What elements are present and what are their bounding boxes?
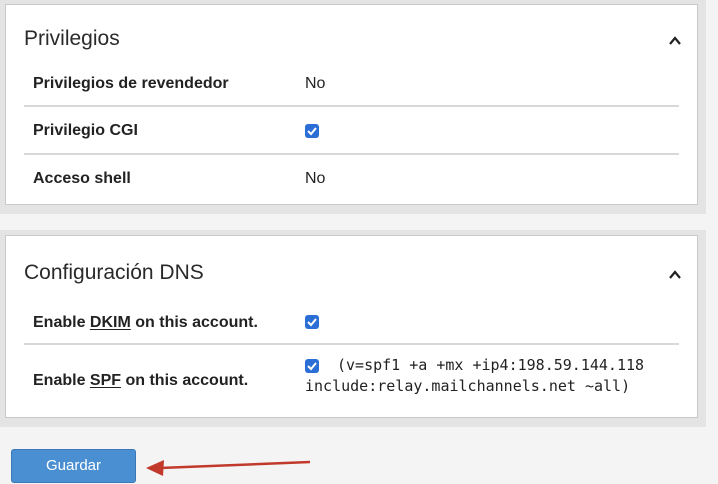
shell-access-label: Acceso shell: [33, 170, 131, 187]
spf-label-key: SPF: [89, 372, 122, 389]
dkim-checkbox[interactable]: [305, 315, 319, 329]
privileges-panel: Privilegios Privilegios de revendedor No…: [0, 0, 706, 214]
spf-label-pre: Enable: [33, 372, 90, 389]
chevron-up-icon[interactable]: [669, 269, 681, 281]
spf-record-line2: include:relay.mailchannels.net ~all): [305, 377, 631, 395]
spf-record-line1: (v=spf1 +a +mx +ip4:198.59.144.118: [337, 356, 645, 374]
shell-access-value: No: [305, 170, 326, 187]
row-spf: Enable SPF on this account. (v=spf1 +a +…: [24, 345, 679, 411]
row-shell-access: Acceso shell No: [24, 155, 679, 199]
reseller-privileges-label: Privilegios de revendedor: [33, 75, 229, 92]
spf-label-post: on this account.: [121, 372, 249, 389]
cgi-privilege-label: Privilegio CGI: [33, 122, 138, 139]
dkim-label-key: DKIM: [89, 314, 131, 331]
arrow-annotation-icon: [146, 460, 311, 476]
spf-label: Enable SPF on this account.: [33, 372, 248, 390]
privileges-panel-body: Privilegios Privilegios de revendedor No…: [5, 4, 698, 205]
row-reseller-privileges: Privilegios de revendedor No: [24, 62, 679, 107]
dns-title: Configuración DNS: [24, 261, 204, 284]
dns-panel: Configuración DNS Enable DKIM on this ac…: [0, 230, 706, 427]
dns-panel-body: Configuración DNS Enable DKIM on this ac…: [5, 235, 698, 418]
dkim-label: Enable DKIM on this account.: [33, 314, 258, 332]
cgi-privilege-checkbox[interactable]: [305, 124, 319, 138]
save-button[interactable]: Guardar: [11, 449, 136, 483]
chevron-up-icon[interactable]: [669, 35, 681, 47]
row-dkim: Enable DKIM on this account.: [24, 301, 679, 345]
row-cgi-privilege: Privilegio CGI: [24, 107, 679, 155]
dkim-label-pre: Enable: [33, 314, 90, 331]
privileges-title: Privilegios: [24, 27, 120, 50]
reseller-privileges-value: No: [305, 75, 326, 92]
spf-checkbox[interactable]: [305, 359, 319, 373]
dkim-label-post: on this account.: [130, 314, 258, 331]
